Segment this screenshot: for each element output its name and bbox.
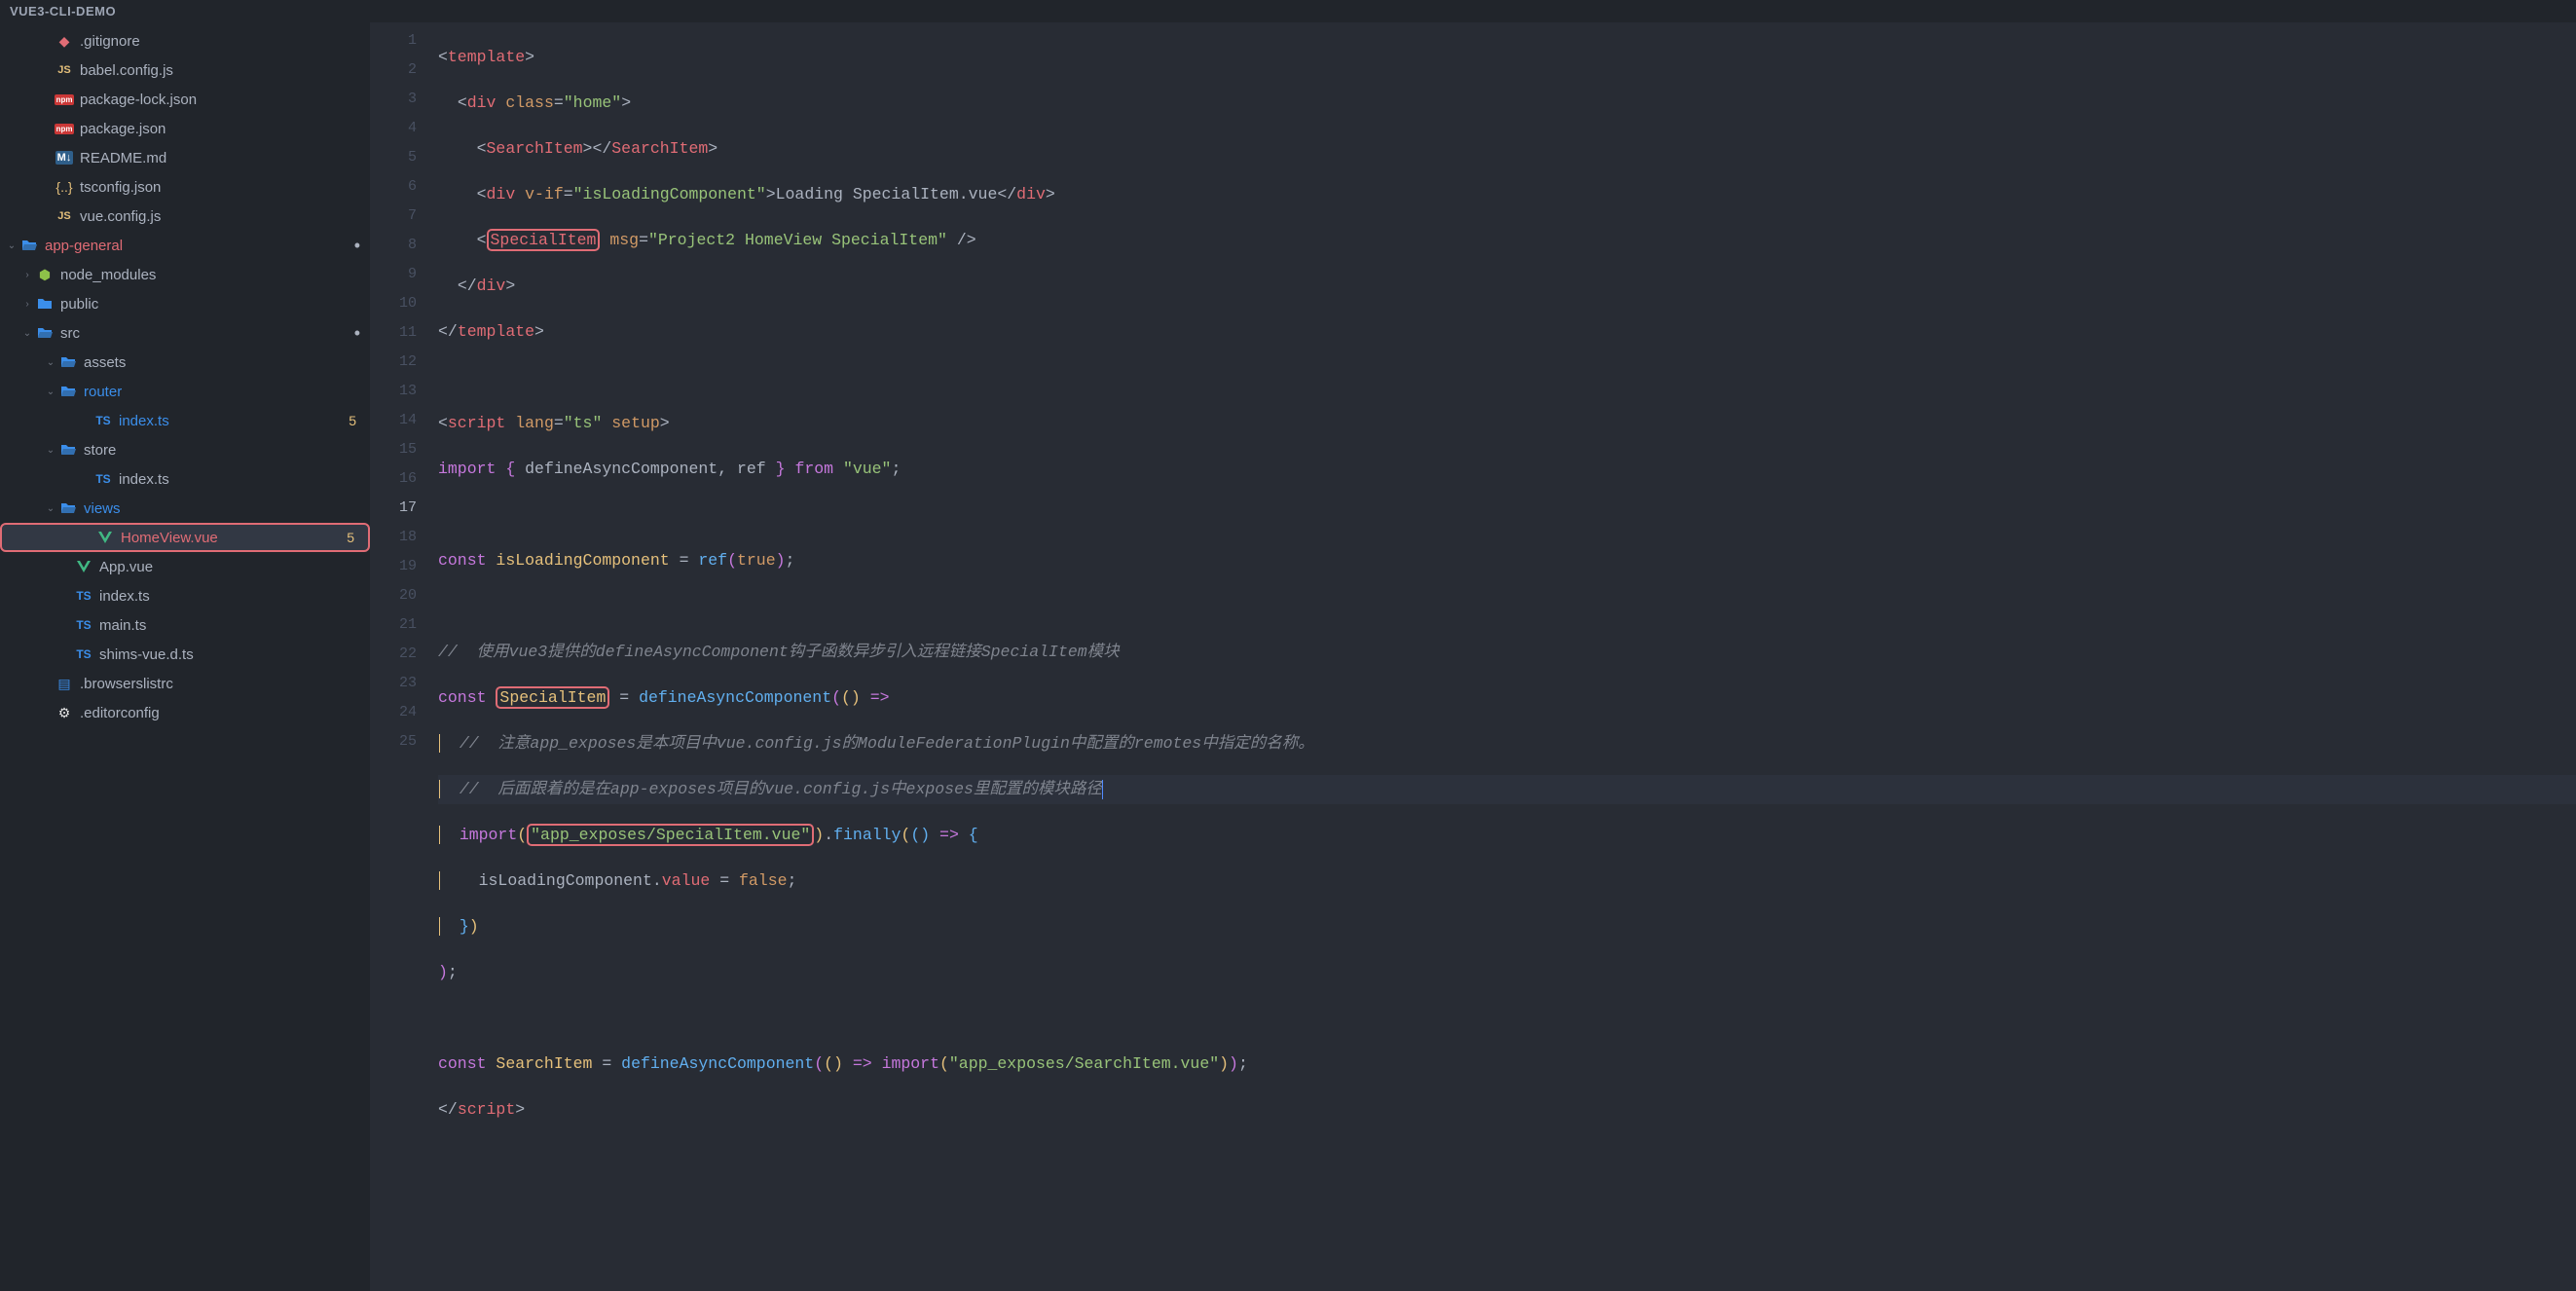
ts-icon: TS — [93, 414, 113, 427]
node-modules-icon: ⬢ — [35, 267, 55, 283]
tree-item[interactable]: JS babel.config.js — [0, 55, 370, 85]
file-label: README.md — [80, 150, 360, 166]
tree-item[interactable]: npm package.json — [0, 114, 370, 143]
tree-item[interactable]: ⌄ router — [0, 377, 370, 406]
main-layout: ◆ .gitignore JS babel.config.js npm package-l… — [0, 22, 2576, 1291]
editorconfig-icon: ⚙ — [55, 705, 74, 721]
title-bar: VUE3-CLI-DEMO — [0, 0, 2576, 22]
ts-icon: TS — [74, 589, 93, 603]
highlight-import-path: "app_exposes/SpecialItem.vue" — [527, 824, 814, 846]
tree-item[interactable]: ⌄ store — [0, 435, 370, 464]
chevron-icon[interactable]: ⌄ — [4, 240, 19, 251]
modified-dot-icon: • — [354, 236, 360, 256]
tree-item[interactable]: ⚙ .editorconfig — [0, 698, 370, 727]
tree-item[interactable]: ⌄ src• — [0, 318, 370, 348]
file-label: .editorconfig — [80, 705, 360, 721]
tree-item[interactable]: TS index.ts5 — [0, 406, 370, 435]
file-label: shims-vue.d.ts — [99, 646, 360, 663]
file-label: vue.config.js — [80, 208, 360, 225]
problems-badge: 5 — [349, 413, 360, 428]
chevron-icon[interactable]: › — [19, 299, 35, 310]
chevron-icon[interactable]: ⌄ — [19, 328, 35, 339]
file-label: HomeView.vue — [121, 530, 347, 546]
tree-item[interactable]: ⌄ app-general• — [0, 231, 370, 260]
file-label: node_modules — [60, 267, 360, 283]
browserslist-icon: ▤ — [55, 676, 74, 692]
file-label: .gitignore — [80, 33, 360, 50]
tree-item[interactable]: ⌄ assets — [0, 348, 370, 377]
markdown-icon: M↓ — [55, 151, 74, 165]
file-label: tsconfig.json — [80, 179, 360, 196]
highlight-specialitem-tag: SpecialItem — [487, 229, 601, 251]
problems-badge: 5 — [347, 530, 358, 545]
file-label: App.vue — [99, 559, 360, 575]
folder-open-icon — [35, 326, 55, 340]
file-explorer[interactable]: ◆ .gitignore JS babel.config.js npm package-l… — [0, 22, 370, 1291]
tree-item[interactable]: ◆ .gitignore — [0, 26, 370, 55]
npm-icon: npm — [55, 94, 74, 105]
file-label: index.ts — [119, 471, 360, 488]
ts-icon: TS — [74, 647, 93, 661]
folder-open-icon — [58, 443, 78, 457]
folder-icon — [35, 297, 55, 311]
file-label: assets — [84, 354, 360, 371]
git-icon: ◆ — [55, 33, 74, 50]
file-label: router — [84, 384, 360, 400]
code-editor[interactable]: 12345678 910111213141516 171819202122232… — [370, 22, 2576, 1291]
vue-icon — [74, 560, 93, 573]
tree-item[interactable]: TS shims-vue.d.ts — [0, 640, 370, 669]
ts-icon: TS — [93, 472, 113, 486]
tree-item[interactable]: TS main.ts — [0, 610, 370, 640]
tree-item[interactable]: ▤ .browserslistrc — [0, 669, 370, 698]
chevron-icon[interactable]: ⌄ — [43, 503, 58, 514]
file-label: index.ts — [99, 588, 360, 605]
file-label: package.json — [80, 121, 360, 137]
file-label: app-general — [45, 238, 354, 254]
tree-item[interactable]: › public — [0, 289, 370, 318]
file-label: public — [60, 296, 360, 313]
chevron-icon[interactable]: › — [19, 270, 35, 280]
tree-item[interactable]: TS index.ts — [0, 464, 370, 494]
text-cursor — [1102, 780, 1103, 799]
tree-item[interactable]: ›⬢ node_modules — [0, 260, 370, 289]
chevron-icon[interactable]: ⌄ — [43, 445, 58, 456]
npm-icon: npm — [55, 124, 74, 134]
folder-open-icon — [58, 355, 78, 369]
vue-icon — [95, 531, 115, 544]
line-gutter: 12345678 910111213141516 171819202122232… — [370, 22, 438, 1291]
folder-open-icon — [58, 501, 78, 515]
tree-item[interactable]: M↓ README.md — [0, 143, 370, 172]
tree-item[interactable]: npm package-lock.json — [0, 85, 370, 114]
tree-item[interactable]: {..} tsconfig.json — [0, 172, 370, 202]
file-label: .browserslistrc — [80, 676, 360, 692]
file-label: views — [84, 500, 360, 517]
tree-item[interactable]: HomeView.vue5 — [0, 523, 370, 552]
tree-item[interactable]: ⌄ views — [0, 494, 370, 523]
modified-dot-icon: • — [354, 323, 360, 344]
file-label: main.ts — [99, 617, 360, 634]
folder-open-icon — [19, 239, 39, 252]
js-icon: JS — [55, 64, 74, 76]
file-label: store — [84, 442, 360, 459]
file-label: src — [60, 325, 354, 342]
file-label: index.ts — [119, 413, 349, 429]
tree-item[interactable]: App.vue — [0, 552, 370, 581]
folder-open-icon — [58, 385, 78, 398]
chevron-icon[interactable]: ⌄ — [43, 387, 58, 397]
json-icon: {..} — [55, 179, 74, 195]
chevron-icon[interactable]: ⌄ — [43, 357, 58, 368]
file-label: babel.config.js — [80, 62, 360, 79]
tree-item[interactable]: JS vue.config.js — [0, 202, 370, 231]
file-label: package-lock.json — [80, 92, 360, 108]
tree-item[interactable]: TS index.ts — [0, 581, 370, 610]
ts-icon: TS — [74, 618, 93, 632]
code-area[interactable]: <template> <div class="home"> <SearchIte… — [438, 22, 2576, 1291]
js-icon: JS — [55, 210, 74, 222]
highlight-specialitem-var: SpecialItem — [496, 686, 609, 709]
